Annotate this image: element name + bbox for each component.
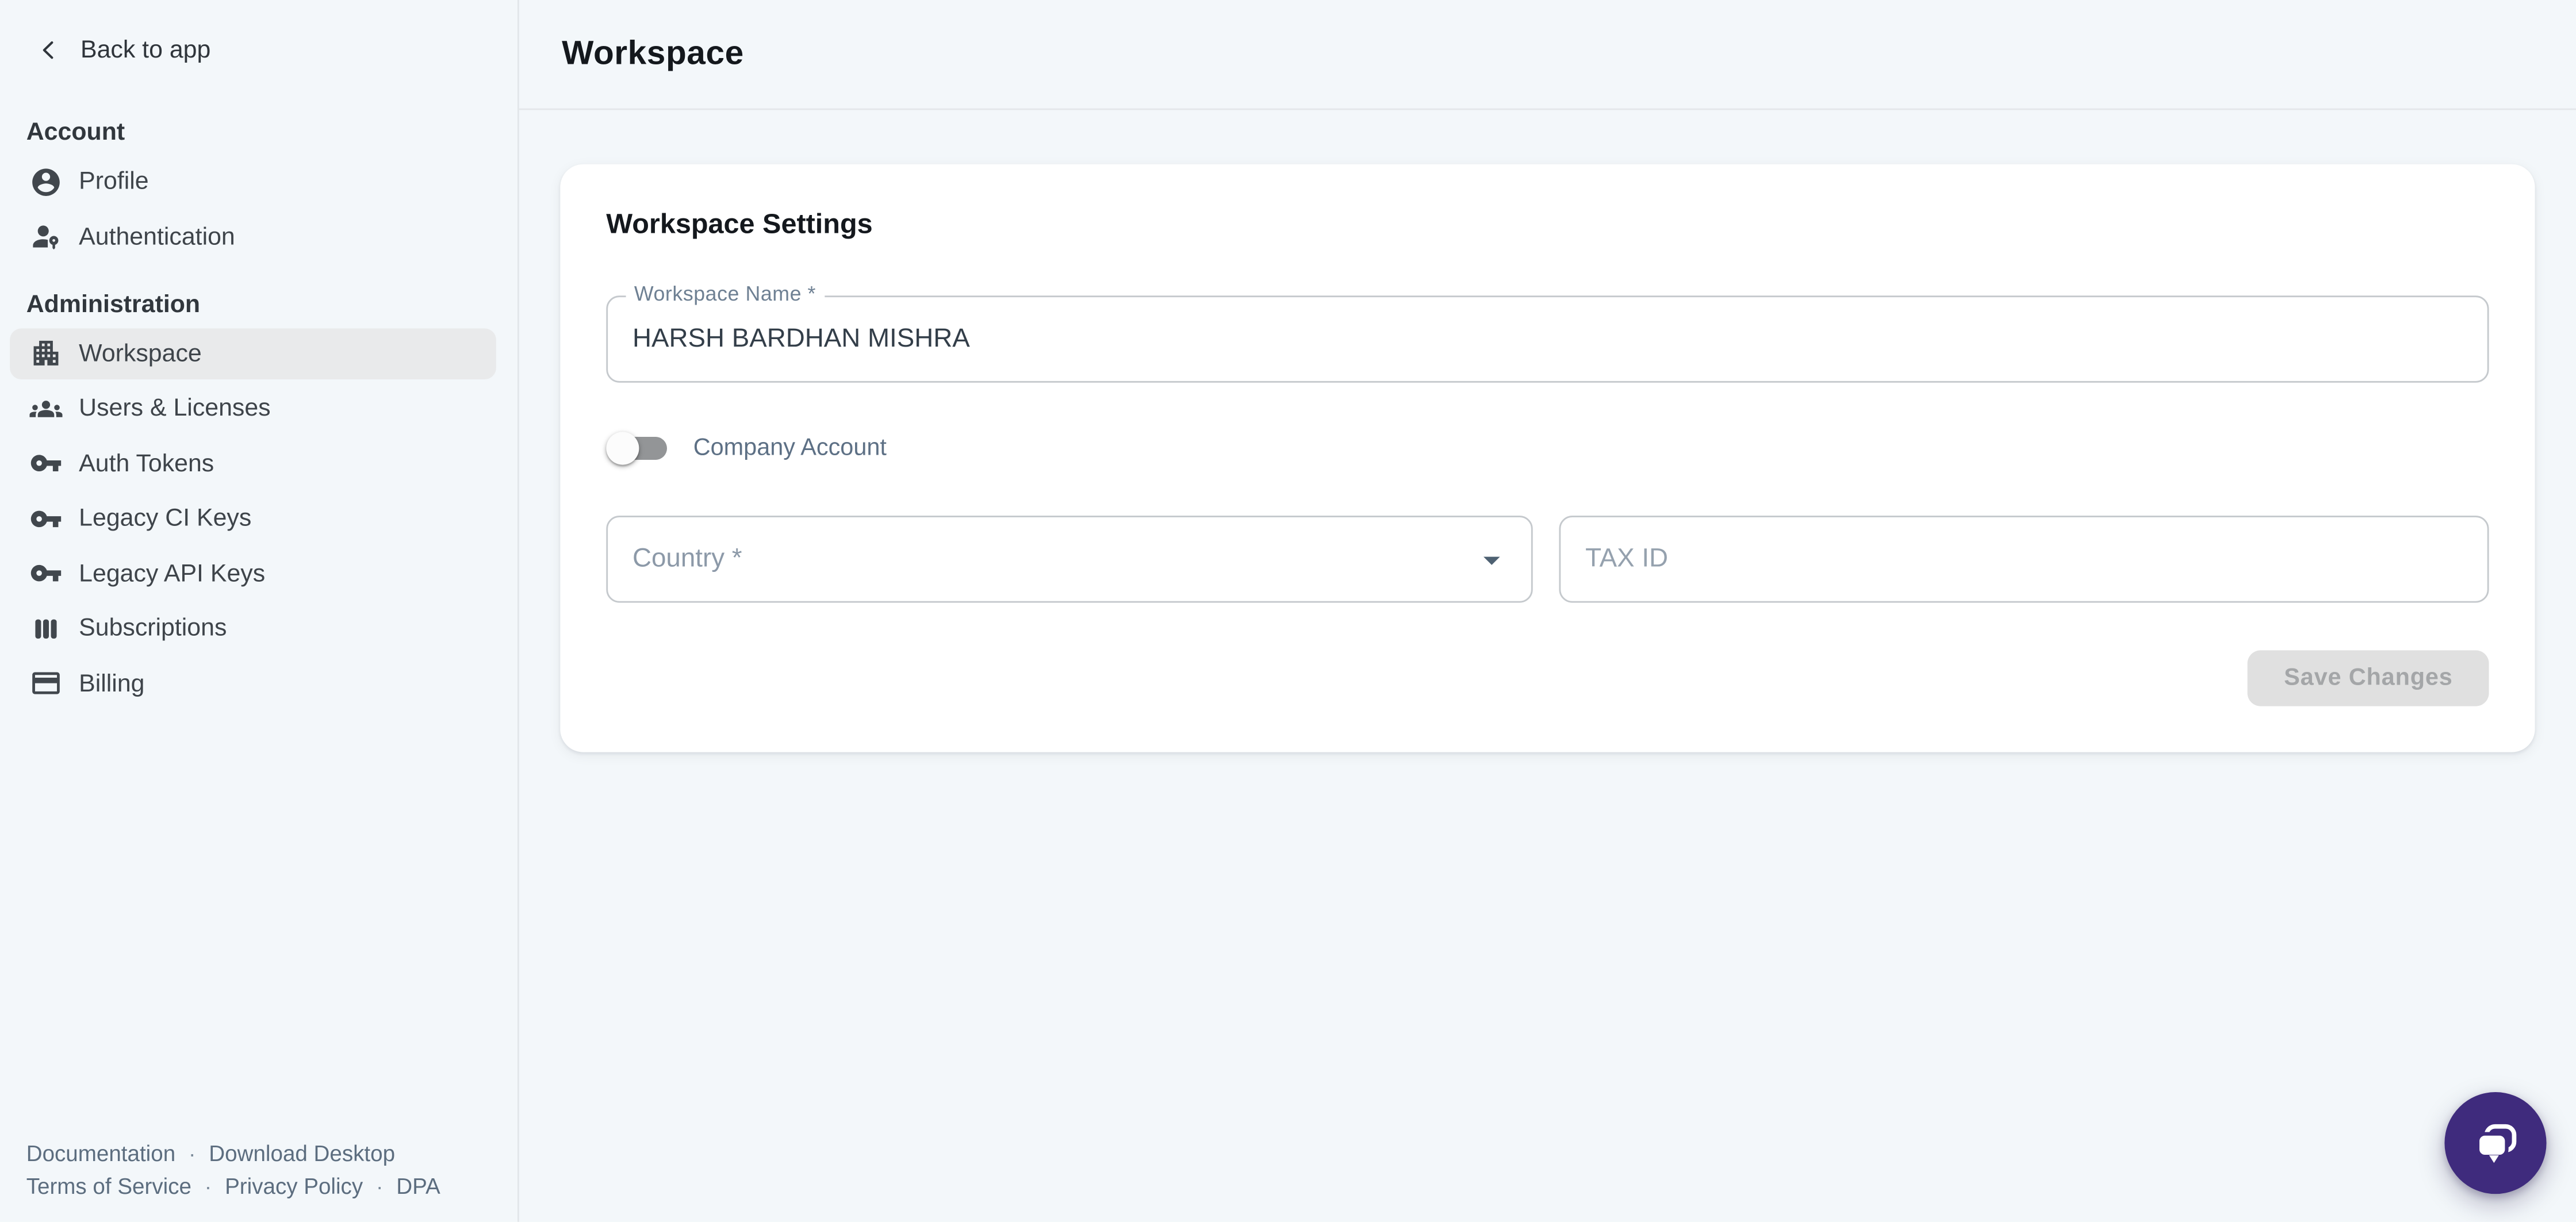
workspace-settings-card: Workspace Settings Workspace Name * Comp… [560,164,2535,752]
sidebar-item-label: Users & Licenses [79,394,270,422]
sidebar-item-legacy-api-keys[interactable]: Legacy API Keys [10,548,496,599]
separator-dot: · [189,1138,195,1170]
terms-of-service-link[interactable]: Terms of Service [26,1170,191,1202]
privacy-policy-link[interactable]: Privacy Policy [225,1170,363,1202]
person-key-icon [29,220,62,253]
card-title: Workspace Settings [560,164,2535,241]
settings-sidebar: Back to app Account Profile Authenticati… [0,0,519,1222]
sidebar-item-label: Profile [79,167,149,195]
key-icon [29,502,62,535]
separator-dot: · [376,1170,383,1202]
sidebar-item-subscriptions[interactable]: Subscriptions [10,603,496,654]
workspace-name-field: Workspace Name * [606,295,2489,382]
back-to-app-label: Back to app [80,36,210,64]
workspace-name-input[interactable] [608,297,2487,381]
sidebar-item-auth-tokens[interactable]: Auth Tokens [10,437,496,489]
page-title: Workspace [562,34,744,74]
account-nav-list: Profile Authentication [0,156,518,262]
company-account-row: Company Account [606,431,2489,465]
sidebar-item-profile[interactable]: Profile [10,156,496,207]
chevron-left-icon [34,36,63,64]
sidebar-item-label: Workspace [79,339,202,367]
section-title-administration: Administration [0,290,518,319]
sidebar-item-label: Legacy API Keys [79,559,265,587]
chat-bubbles-icon [2470,1117,2521,1169]
country-select[interactable]: Country * [606,516,1532,602]
dpa-link[interactable]: DPA [396,1170,440,1202]
sidebar-item-label: Subscriptions [79,614,227,643]
separator-dot: · [205,1170,212,1202]
settings-app: Back to app Account Profile Authenticati… [0,0,2576,1222]
sidebar-footer: Documentation · Download Desktop Terms o… [26,1138,440,1202]
key-icon [29,557,62,590]
administration-nav-list: Workspace Users & Licenses Auth Tokens L… [0,328,518,709]
bars-icon [29,612,62,644]
chevron-down-icon [1472,540,1512,579]
key-icon [29,447,62,479]
sidebar-item-label: Authentication [79,222,235,251]
back-to-app-button[interactable]: Back to app [0,33,518,67]
sidebar-item-label: Billing [79,669,144,697]
groups-icon [29,391,62,424]
sidebar-item-label: Auth Tokens [79,449,214,477]
section-title-account: Account [0,118,518,148]
toggle-thumb [606,431,639,464]
sidebar-item-billing[interactable]: Billing [10,658,496,709]
credit-card-icon [29,667,62,700]
chat-launcher-button[interactable] [2444,1092,2546,1194]
company-account-label: Company Account [693,435,887,461]
save-changes-button[interactable]: Save Changes [2248,650,2489,706]
sidebar-item-legacy-ci-keys[interactable]: Legacy CI Keys [10,493,496,544]
main-content: Workspace Workspace Settings Workspace N… [519,0,2576,1222]
sidebar-item-authentication[interactable]: Authentication [10,211,496,262]
card-actions: Save Changes [606,650,2489,706]
tax-id-field [1559,516,2489,602]
download-desktop-link[interactable]: Download Desktop [209,1138,395,1170]
documentation-link[interactable]: Documentation [26,1138,175,1170]
workspace-name-label: Workspace Name * [626,282,825,305]
sidebar-item-users-licenses[interactable]: Users & Licenses [10,383,496,434]
country-tax-row: Country * [606,516,2489,602]
building-icon [29,337,62,370]
company-account-toggle[interactable] [606,431,669,465]
sidebar-item-workspace[interactable]: Workspace [10,328,496,379]
country-select-label: Country * [632,544,1472,574]
page-header: Workspace [519,0,2576,110]
sidebar-item-label: Legacy CI Keys [79,504,251,532]
tax-id-input[interactable] [1561,517,2487,601]
account-circle-icon [29,165,62,198]
